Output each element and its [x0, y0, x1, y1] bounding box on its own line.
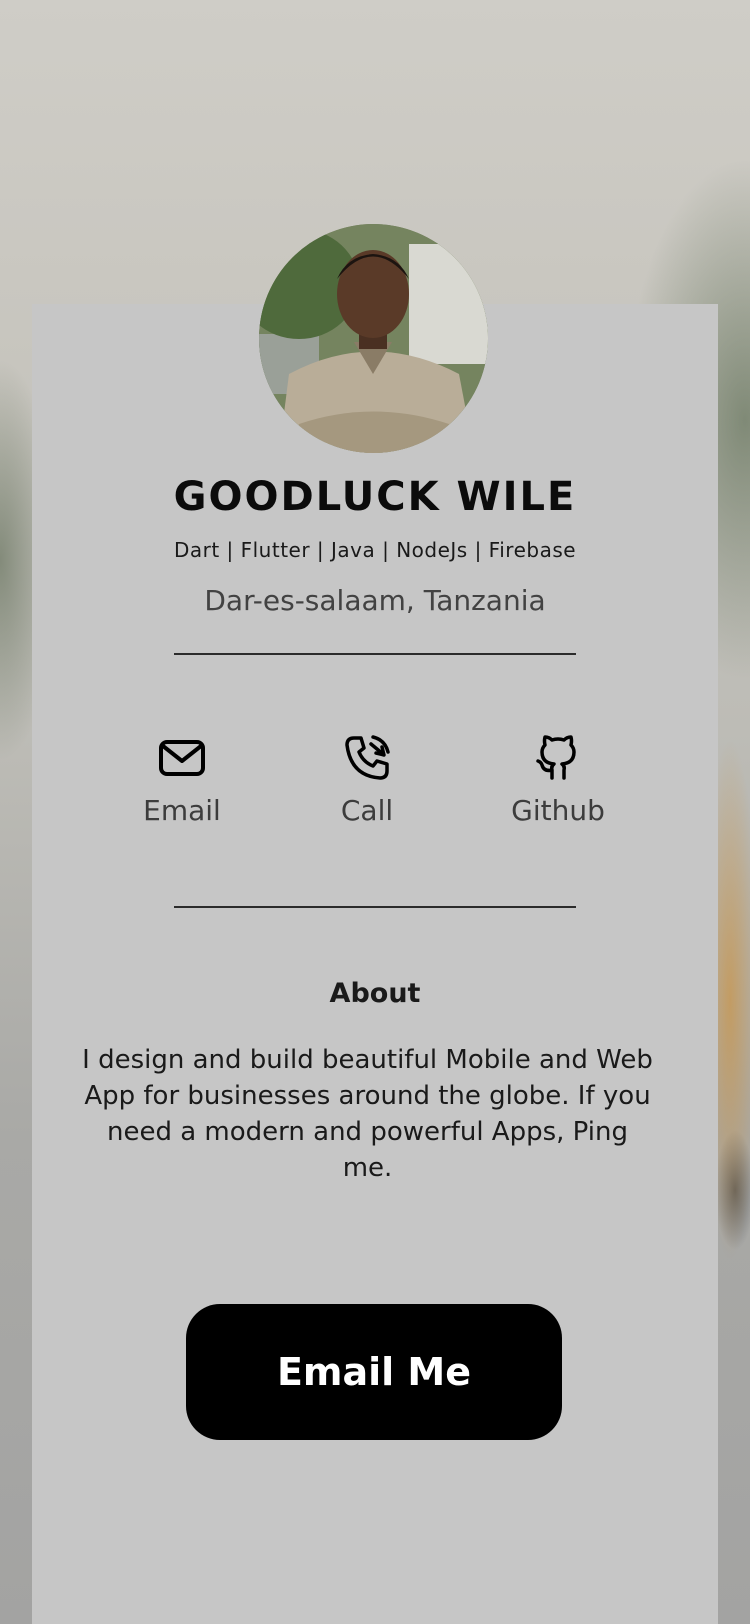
contact-github[interactable]: Github [478, 734, 638, 827]
contact-call-label: Call [340, 794, 394, 827]
envelope-icon [159, 740, 205, 776]
avatar [259, 224, 488, 453]
about-text: I design and build beautiful Mobile and … [82, 1045, 653, 1183]
contact-call[interactable]: Call [287, 734, 447, 827]
profile-page: GOODLUCK WILE Dart | Flutter | Java | No… [0, 0, 750, 1624]
divider-top [174, 653, 576, 655]
divider-bottom [174, 906, 576, 908]
profile-name: GOODLUCK WILE [173, 474, 577, 520]
profile-location: Dar-es-salaam, Tanzania [204, 584, 546, 617]
contact-email-label: Email [143, 794, 221, 827]
contact-github-label: Github [511, 794, 605, 827]
avatar-photo-icon [259, 224, 488, 453]
profile-skills: Dart | Flutter | Java | NodeJs | Firebas… [173, 538, 577, 562]
about-heading: About [329, 978, 421, 1009]
phone-call-icon [345, 735, 390, 780]
email-me-button[interactable]: Email Me [186, 1304, 562, 1440]
github-icon [536, 735, 576, 780]
contact-email[interactable]: Email [102, 734, 262, 827]
